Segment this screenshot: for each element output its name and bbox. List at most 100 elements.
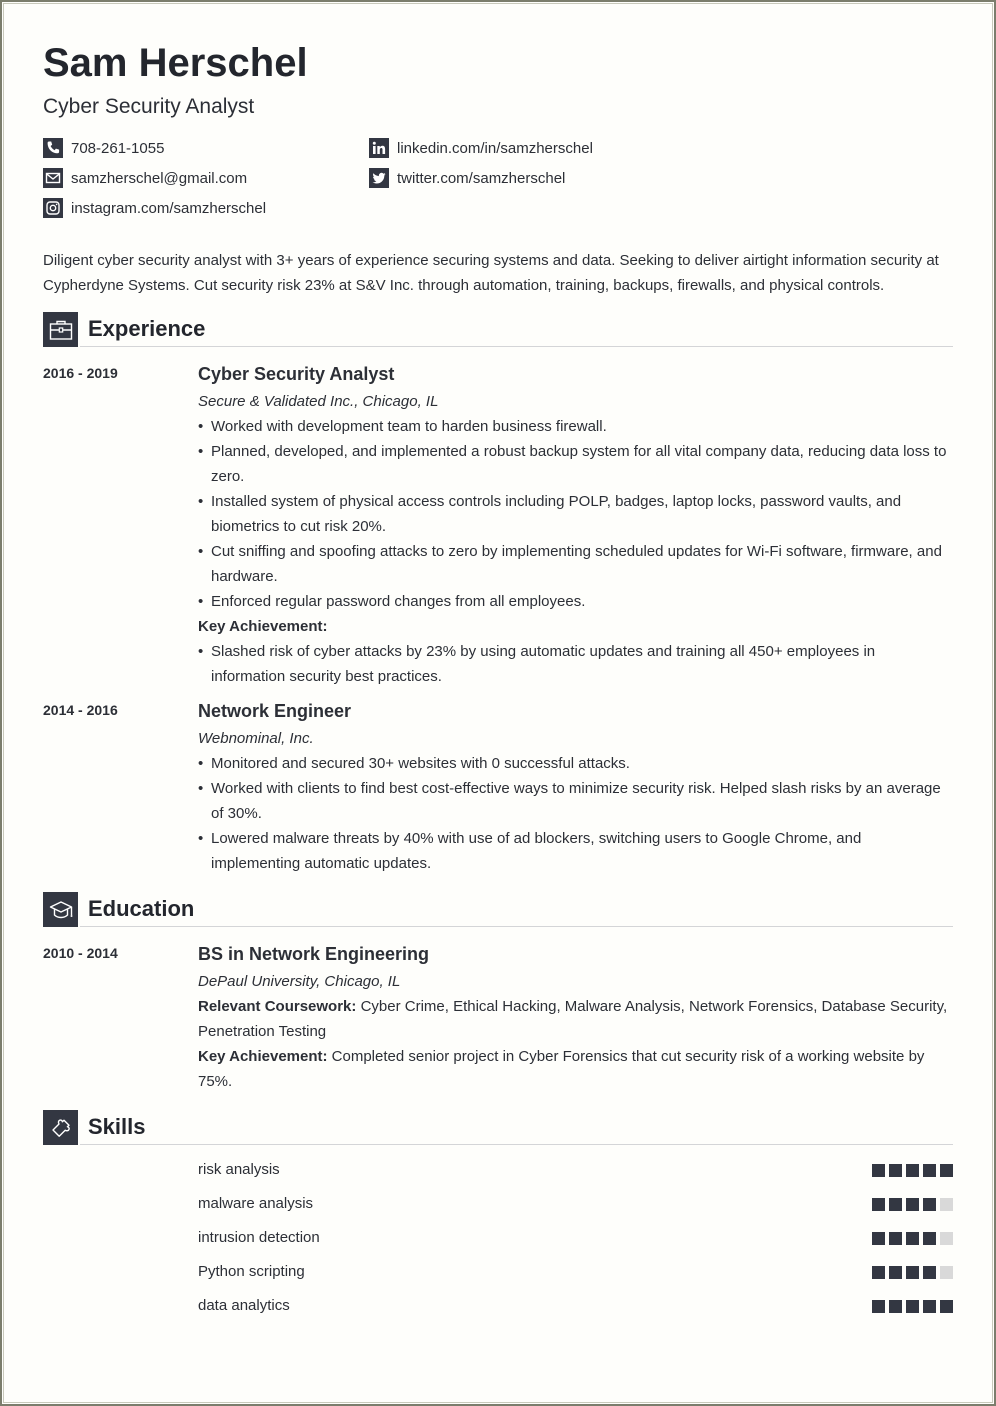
list-item: Installed system of physical access cont…	[198, 489, 953, 539]
phone-icon	[43, 138, 63, 158]
skill-rating	[872, 1300, 953, 1313]
rating-square-filled	[923, 1232, 936, 1245]
achievement-list: Slashed risk of cyber attacks by 23% by …	[198, 639, 953, 689]
rating-square-filled	[906, 1164, 919, 1177]
linkedin-icon	[369, 138, 389, 158]
rating-square-filled	[940, 1164, 953, 1177]
contact-phone[interactable]: 708-261-1055	[43, 138, 164, 158]
contact-text: linkedin.com/in/samzherschel	[397, 139, 593, 157]
rating-square-filled	[889, 1198, 902, 1211]
section-skills-header: Skills	[43, 1110, 953, 1146]
briefcase-icon	[43, 312, 78, 347]
list-item: Cut sniffing and spoofing attacks to zer…	[198, 539, 953, 589]
skill-rating	[872, 1232, 953, 1245]
rating-square-filled	[872, 1266, 885, 1279]
entry-dates: 2014 - 2016	[43, 702, 118, 718]
section-title: Education	[88, 896, 195, 921]
company-name: Secure & Validated Inc., Chicago, IL	[198, 393, 439, 410]
education-entry: 2010 - 2014 BS in Network Engineering De…	[43, 942, 953, 1094]
list-item: Worked with clients to find best cost-ef…	[198, 776, 953, 826]
skills-list: risk analysis malware analysis intrusion d…	[43, 1156, 953, 1326]
section-divider	[80, 346, 953, 347]
rating-square-filled	[906, 1198, 919, 1211]
rating-square-filled	[872, 1300, 885, 1313]
skill-name: intrusion detection	[198, 1229, 320, 1246]
list-item: Worked with development team to harden b…	[198, 414, 953, 439]
job-title: Network Engineer	[198, 701, 352, 721]
rating-square-filled	[906, 1266, 919, 1279]
rating-square-filled	[889, 1266, 902, 1279]
skill-name: Python scripting	[198, 1263, 305, 1280]
graduation-cap-icon	[43, 892, 78, 927]
rating-square-empty	[940, 1198, 953, 1211]
responsibility-list: Worked with development team to harden b…	[198, 414, 953, 614]
candidate-name: Sam Herschel	[43, 41, 308, 85]
rating-square-filled	[872, 1164, 885, 1177]
skill-row: data analytics	[43, 1292, 953, 1326]
skill-name: data analytics	[198, 1297, 290, 1314]
rating-square-filled	[923, 1198, 936, 1211]
rating-square-filled	[872, 1198, 885, 1211]
email-icon	[43, 168, 63, 188]
candidate-title: Cyber Security Analyst	[43, 95, 255, 118]
education-achievement: Key Achievement: Completed senior projec…	[198, 1048, 925, 1090]
rating-square-filled	[923, 1266, 936, 1279]
skill-row: intrusion detection	[43, 1224, 953, 1258]
rating-square-filled	[872, 1232, 885, 1245]
skill-name: malware analysis	[198, 1195, 314, 1212]
section-title: Experience	[88, 316, 206, 341]
section-experience-header: Experience	[43, 312, 953, 348]
list-item: Monitored and secured 30+ websites with …	[198, 751, 953, 776]
instagram-icon	[43, 198, 63, 218]
school-name: DePaul University, Chicago, IL	[198, 973, 401, 990]
contact-instagram[interactable]: instagram.com/samzherschel	[43, 198, 266, 218]
skill-row: risk analysis	[43, 1156, 953, 1190]
list-item: Enforced regular password changes from a…	[198, 589, 953, 614]
responsibility-list: Monitored and secured 30+ websites with …	[198, 751, 953, 876]
skill-row: Python scripting	[43, 1258, 953, 1292]
entry-dates: 2016 - 2019	[43, 365, 118, 381]
list-item: Lowered malware threats by 40% with use …	[198, 826, 953, 876]
list-item: Slashed risk of cyber attacks by 23% by …	[198, 639, 953, 689]
puzzle-icon	[43, 1110, 78, 1145]
twitter-icon	[369, 168, 389, 188]
rating-square-filled	[889, 1232, 902, 1245]
section-divider	[80, 1144, 953, 1145]
skill-rating	[872, 1266, 953, 1279]
experience-entry: 2014 - 2016 Network Engineer Webnominal,…	[43, 699, 953, 876]
rating-square-empty	[940, 1266, 953, 1279]
section-divider	[80, 926, 953, 927]
contact-text: samzherschel@gmail.com	[71, 169, 248, 187]
contact-text: 708-261-1055	[71, 139, 165, 157]
skill-name: risk analysis	[198, 1161, 280, 1178]
experience-entry: 2016 - 2019 Cyber Security Analyst Secur…	[43, 362, 953, 689]
skill-rating	[872, 1198, 953, 1211]
list-item: Planned, developed, and implemented a ro…	[198, 439, 953, 489]
rating-square-filled	[923, 1164, 936, 1177]
section-education-header: Education	[43, 892, 953, 928]
contact-email[interactable]: samzherschel@gmail.com	[43, 168, 247, 188]
job-title: Cyber Security Analyst	[198, 364, 395, 384]
contact-text: twitter.com/samzherschel	[397, 169, 566, 187]
contact-linkedin[interactable]: linkedin.com/in/samzherschel	[369, 138, 593, 158]
profile-summary: Diligent cyber security analyst with 3+ …	[43, 252, 939, 294]
skill-rating	[872, 1164, 953, 1177]
rating-square-filled	[923, 1300, 936, 1313]
rating-square-filled	[906, 1232, 919, 1245]
rating-square-filled	[940, 1300, 953, 1313]
rating-square-filled	[889, 1164, 902, 1177]
contact-text: instagram.com/samzherschel	[71, 199, 267, 217]
company-name: Webnominal, Inc.	[198, 730, 314, 747]
rating-square-filled	[889, 1300, 902, 1313]
coursework: Relevant Coursework: Cyber Crime, Ethica…	[198, 998, 948, 1040]
skill-row: malware analysis	[43, 1190, 953, 1224]
key-achievement-label: Key Achievement:	[198, 618, 328, 635]
contact-twitter[interactable]: twitter.com/samzherschel	[369, 168, 565, 188]
entry-dates: 2010 - 2014	[43, 945, 118, 961]
resume-page: Sam Herschel Cyber Security Analyst 708-…	[43, 40, 953, 1326]
rating-square-empty	[940, 1232, 953, 1245]
rating-square-filled	[906, 1300, 919, 1313]
contact-list: 708-261-1055 samzherschel@gmail.com inst…	[43, 138, 953, 228]
section-title: Skills	[88, 1114, 146, 1139]
degree-title: BS in Network Engineering	[198, 944, 430, 964]
